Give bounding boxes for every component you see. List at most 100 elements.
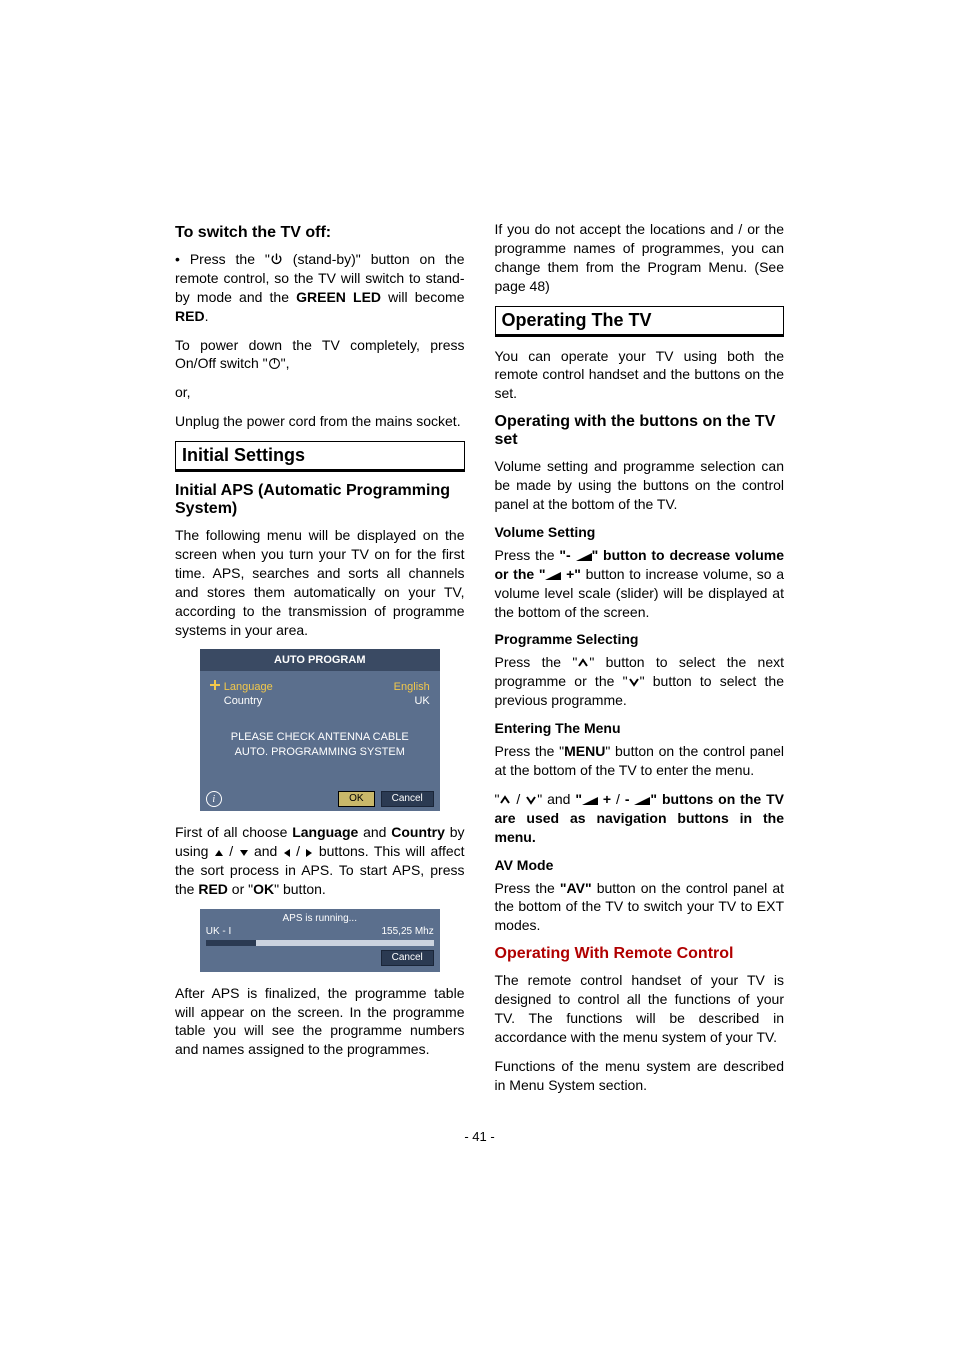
label-side: Language	[210, 680, 273, 693]
prog-up-icon	[577, 657, 589, 669]
aps-running-box: APS is running... UK - I 155,25 Mhz Canc…	[200, 909, 440, 972]
row-country: Country UK	[210, 694, 430, 708]
country-value: UK	[414, 695, 429, 707]
text: "	[575, 791, 582, 807]
para-remote-desc: The remote control handset of your TV is…	[495, 971, 785, 1047]
aps-run-left: UK - I	[206, 926, 232, 937]
page-number: - 41 -	[175, 1129, 784, 1144]
auto-program-box: AUTO PROGRAM Language English Country UK…	[200, 649, 440, 811]
right-column: If you do not accept the locations and /…	[495, 220, 785, 1105]
text-menu: MENU	[564, 743, 605, 759]
text: • Press the "	[175, 251, 270, 267]
para-menu: Press the "MENU" button on the control p…	[495, 742, 785, 780]
text: To power down the TV completely, press O…	[175, 337, 465, 372]
info-icon: i	[206, 791, 222, 807]
text: " and	[537, 791, 575, 807]
text: Press the	[495, 547, 560, 563]
text: "-	[559, 547, 575, 563]
heading-initial-aps: Initial APS (Automatic Programming Syste…	[175, 482, 465, 518]
text: Press the "	[495, 743, 565, 759]
aps-run-right: 155,25 Mhz	[381, 926, 433, 937]
text: .	[205, 308, 209, 324]
text: First of all choose	[175, 824, 292, 840]
heading-programme: Programme Selecting	[495, 631, 785, 647]
text: ",	[281, 355, 290, 371]
text: Press the	[495, 880, 560, 896]
ok-button[interactable]: OK	[338, 791, 374, 807]
text-green-led: GREEN LED	[296, 289, 381, 305]
auto-program-title: AUTO PROGRAM	[200, 649, 440, 671]
cursor-icon	[210, 680, 220, 690]
text: /	[291, 843, 306, 859]
auto-program-buttons: OK Cancel	[338, 791, 434, 807]
language-value: English	[394, 681, 430, 693]
text-language: Language	[292, 824, 358, 840]
text-red: RED	[175, 308, 205, 324]
heading-initial-settings: Initial Settings	[175, 441, 465, 472]
text: will become	[381, 289, 464, 305]
progress-fill	[206, 940, 256, 946]
text: +"	[561, 566, 580, 582]
heading-op-buttons: Operating with the buttons on the TV set	[495, 413, 785, 449]
para-operate-both: You can operate your TV using both the r…	[495, 347, 785, 404]
heading-switch-off: To switch the TV off:	[175, 224, 465, 242]
cancel-button[interactable]: Cancel	[381, 791, 434, 807]
standby-icon	[270, 253, 283, 266]
aps-running-title: APS is running...	[206, 913, 434, 924]
up-icon	[214, 848, 224, 858]
power-switch-icon	[268, 357, 281, 370]
auto-program-msg: PLEASE CHECK ANTENNA CABLE AUTO. PROGRAM…	[210, 730, 430, 759]
text: -	[625, 791, 635, 807]
country-label: Country	[210, 695, 263, 707]
text: "	[539, 566, 546, 582]
down-icon	[239, 848, 249, 858]
text: and	[249, 843, 283, 859]
para-onoff: To power down the TV completely, press O…	[175, 336, 465, 374]
prog-up-icon	[499, 794, 511, 806]
para-after-aps: After APS is finalized, the programme ta…	[175, 984, 465, 1060]
para-vol-prog: Volume setting and programme selection c…	[495, 457, 785, 514]
text: /	[611, 791, 625, 807]
prog-down-icon	[525, 794, 537, 806]
progress-track	[206, 940, 434, 946]
para-nav-buttons: " / " and " + / - " buttons on the TV ar…	[495, 790, 785, 847]
para-volume: Press the "- " button to decrease volume…	[495, 546, 785, 622]
columns: To switch the TV off: • Press the " (sta…	[175, 220, 784, 1105]
auto-program-body: Language English Country UK PLEASE CHECK…	[200, 671, 440, 787]
text-ok-btn: OK	[253, 881, 274, 897]
text: +	[598, 791, 611, 807]
para-standby: • Press the " (stand-by)" button on the …	[175, 250, 465, 326]
left-column: To switch the TV off: • Press the " (sta…	[175, 220, 465, 1105]
row-language: Language English	[210, 679, 430, 694]
prog-down-icon	[628, 676, 640, 688]
para-menu-system: Functions of the menu system are describ…	[495, 1057, 785, 1095]
heading-av-mode: AV Mode	[495, 857, 785, 873]
text: /	[511, 791, 525, 807]
cancel-button[interactable]: Cancel	[381, 950, 434, 966]
vol-down-icon	[576, 552, 592, 562]
aps-running-row: UK - I 155,25 Mhz	[206, 926, 434, 937]
text: " button.	[274, 881, 326, 897]
para-choose-lang: First of all choose Language and Country…	[175, 823, 465, 899]
page: To switch the TV off: • Press the " (sta…	[0, 0, 954, 1204]
aps-running-footer: Cancel	[206, 950, 434, 966]
vol-up-icon	[545, 571, 561, 581]
left-icon	[283, 848, 291, 858]
vol-down-icon	[634, 796, 650, 806]
heading-operating-tv: Operating The TV	[495, 306, 785, 337]
para-unplug: Unplug the power cord from the mains soc…	[175, 412, 465, 431]
text-red-btn: RED	[198, 881, 228, 897]
para-av: Press the "AV" button on the control pan…	[495, 879, 785, 936]
heading-entering-menu: Entering The Menu	[495, 720, 785, 736]
text: and	[358, 824, 391, 840]
language-label: Language	[224, 681, 273, 693]
para-or: or,	[175, 383, 465, 402]
vol-up-icon	[582, 796, 598, 806]
text-country: Country	[391, 824, 445, 840]
text-av: "AV"	[560, 880, 592, 896]
auto-program-footer: i OK Cancel	[200, 787, 440, 811]
para-programme: Press the "" button to select the next p…	[495, 653, 785, 710]
para-aps-desc: The following menu will be displayed on …	[175, 526, 465, 639]
text: /	[224, 843, 239, 859]
msg1: PLEASE CHECK ANTENNA CABLE	[210, 730, 430, 744]
